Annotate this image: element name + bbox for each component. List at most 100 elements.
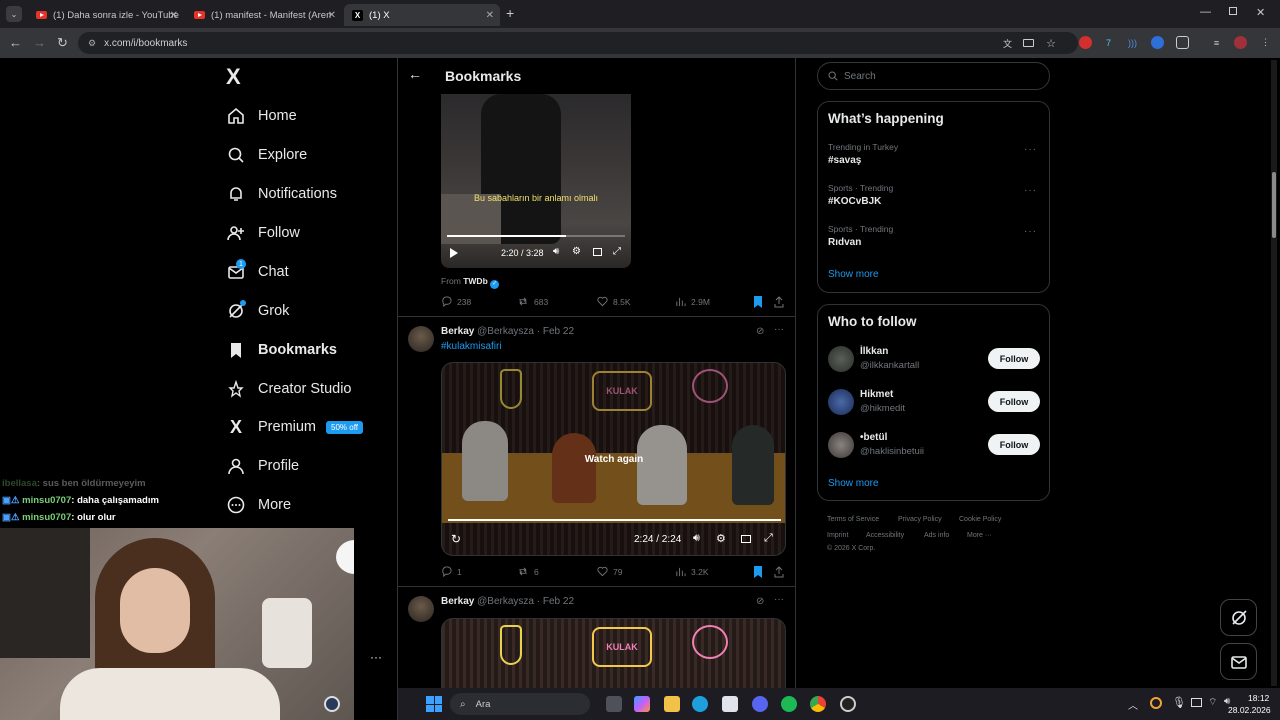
post-more-icon[interactable]: ··· — [774, 594, 784, 605]
browser-tab-youtube[interactable]: (1) Daha sonra izle - YouTube ✕ — [28, 4, 184, 26]
copilot-icon[interactable] — [634, 696, 650, 712]
follow-button[interactable]: Follow — [988, 391, 1040, 412]
close-tab-icon[interactable]: ✕ — [328, 10, 336, 21]
obs-icon[interactable] — [324, 696, 340, 712]
footer-link-privacy[interactable]: Privacy Policy — [898, 516, 942, 523]
settings-icon[interactable]: ⚙ — [716, 532, 726, 545]
address-bar[interactable]: ⚙ x.com/i/bookmarks 文 ☆ — [78, 32, 1078, 54]
restore-icon[interactable] — [1229, 7, 1237, 15]
cast-icon[interactable] — [1023, 39, 1034, 47]
show-more-link[interactable]: Show more — [828, 269, 879, 280]
close-window-icon[interactable]: ✕ — [1256, 6, 1265, 19]
chrome-icon[interactable] — [810, 696, 826, 712]
avatar[interactable] — [828, 389, 854, 415]
reload-icon[interactable]: ↻ — [57, 35, 68, 51]
discord-icon[interactable] — [752, 696, 768, 712]
translate-icon[interactable]: 文 — [1003, 37, 1012, 50]
browser-menu-icon[interactable]: ⋮ — [1259, 36, 1272, 49]
nav-grok[interactable]: Grok — [226, 296, 289, 326]
nav-home[interactable]: Home — [226, 101, 297, 131]
obs-studio-icon[interactable] — [840, 696, 856, 712]
author-name[interactable]: Berkay — [441, 326, 474, 337]
avatar[interactable] — [408, 326, 434, 352]
pip-icon[interactable] — [593, 248, 602, 256]
nav-follow[interactable]: Follow — [226, 218, 300, 248]
share-icon[interactable] — [774, 296, 784, 308]
forward-arrow-icon[interactable]: → — [33, 35, 46, 50]
nav-bookmarks[interactable]: Bookmarks — [226, 335, 337, 365]
browser-tab-x[interactable]: X (1) X ✕ — [344, 4, 500, 26]
nav-more[interactable]: More — [226, 490, 291, 520]
minimize-icon[interactable]: — — [1200, 6, 1211, 18]
avatar[interactable] — [828, 432, 854, 458]
video-progress-track[interactable] — [448, 519, 781, 521]
grok-icon[interactable]: ⊘ — [756, 596, 764, 607]
show-more-link[interactable]: Show more — [828, 478, 879, 489]
repost-button[interactable]: 683 — [517, 296, 548, 307]
post-date[interactable]: · Feb 22 — [537, 326, 574, 337]
footer-link-more[interactable]: More ··· — [967, 532, 992, 539]
profile-avatar[interactable] — [1234, 36, 1247, 49]
author-handle[interactable]: @Berkaysza — [477, 326, 534, 337]
bookmark-filled-icon[interactable] — [753, 566, 763, 578]
trend-more-icon[interactable]: ··· — [1024, 185, 1037, 196]
browser-tab-manifest[interactable]: (1) manifest - Manifest (Arem & ✕ — [186, 4, 342, 26]
footer-link-terms[interactable]: Terms of Service — [827, 516, 879, 523]
tab-search-button[interactable]: ⌄ — [6, 6, 22, 22]
footer-link-accessibility[interactable]: Accessibility — [866, 532, 904, 539]
tray-app-icon[interactable] — [1150, 697, 1162, 709]
watch-again-button[interactable]: Watch again — [574, 451, 654, 469]
extension-translate-icon[interactable]: 7 — [1102, 36, 1115, 49]
replay-icon[interactable]: ↻ — [451, 532, 461, 546]
page-scrollbar[interactable] — [1271, 60, 1277, 686]
repost-button[interactable]: 6 — [517, 566, 539, 577]
network-icon[interactable]: ⌔ — [1208, 696, 1217, 709]
fullscreen-icon[interactable]: ⤢ — [764, 532, 773, 545]
post-hashtag[interactable]: #kulakmisafiri — [441, 341, 502, 352]
reading-list-icon[interactable]: ≡ — [1210, 36, 1223, 49]
post-more-icon[interactable]: ··· — [774, 324, 784, 335]
follow-button[interactable]: Follow — [988, 348, 1040, 369]
post-date[interactable]: · Feb 22 — [537, 596, 574, 607]
windows-start-icon[interactable] — [426, 696, 442, 712]
edge-icon[interactable] — [692, 696, 708, 712]
like-button[interactable]: 8.5K — [597, 296, 631, 307]
nav-profile[interactable]: Profile — [226, 451, 299, 481]
tray-chevron-icon[interactable]: ︿ — [1128, 697, 1138, 712]
bookmark-filled-icon[interactable] — [753, 296, 763, 308]
trend-more-icon[interactable]: ··· — [1024, 226, 1037, 237]
extensions-puzzle-icon[interactable] — [1176, 36, 1189, 49]
like-button[interactable]: 79 — [597, 566, 622, 577]
close-tab-icon[interactable]: ✕ — [170, 10, 178, 21]
trend-more-icon[interactable]: ··· — [1024, 144, 1037, 155]
bookmark-star-icon[interactable]: ☆ — [1046, 37, 1056, 50]
new-tab-button[interactable]: + — [506, 5, 514, 21]
footer-link-ads[interactable]: Ads info — [924, 532, 949, 539]
close-tab-icon[interactable]: ✕ — [486, 10, 494, 21]
video-player[interactable]: KULAK Watch again ↻ 2:24 / 2:24 🔊︎ ⚙ ⤢ — [441, 362, 786, 556]
messages-float-button[interactable] — [1220, 643, 1257, 680]
avatar[interactable] — [408, 596, 434, 622]
video-progress-track[interactable] — [447, 235, 625, 237]
reply-button[interactable]: 1 — [441, 566, 462, 577]
clock-date[interactable]: 28.02.2026 — [1228, 705, 1271, 715]
author-name[interactable]: Berkay — [441, 596, 474, 607]
author-handle[interactable]: @Berkaysza — [477, 596, 534, 607]
grok-float-button[interactable] — [1220, 599, 1257, 636]
display-icon[interactable] — [1191, 698, 1202, 707]
back-arrow-icon[interactable]: ← — [408, 66, 422, 82]
store-icon[interactable] — [722, 696, 738, 712]
clock-time[interactable]: 18:12 — [1248, 693, 1269, 703]
volume-icon[interactable]: 🔊︎ — [553, 246, 559, 257]
settings-icon[interactable]: ⚙ — [572, 246, 581, 257]
nav-premium[interactable]: X Premium 50% off — [226, 412, 363, 442]
avatar[interactable] — [828, 346, 854, 372]
microphone-icon[interactable]: 🎙︎ — [1172, 696, 1186, 709]
extension-audio-icon[interactable]: ))) — [1126, 36, 1139, 49]
grok-icon[interactable]: ⊘ — [756, 326, 764, 337]
file-explorer-icon[interactable] — [664, 696, 680, 712]
nav-explore[interactable]: Explore — [226, 140, 307, 170]
taskbar-search[interactable]: ⌕ Ara — [450, 693, 590, 715]
search-input[interactable]: Search — [817, 62, 1050, 90]
site-info-icon[interactable]: ⚙ — [88, 38, 96, 49]
